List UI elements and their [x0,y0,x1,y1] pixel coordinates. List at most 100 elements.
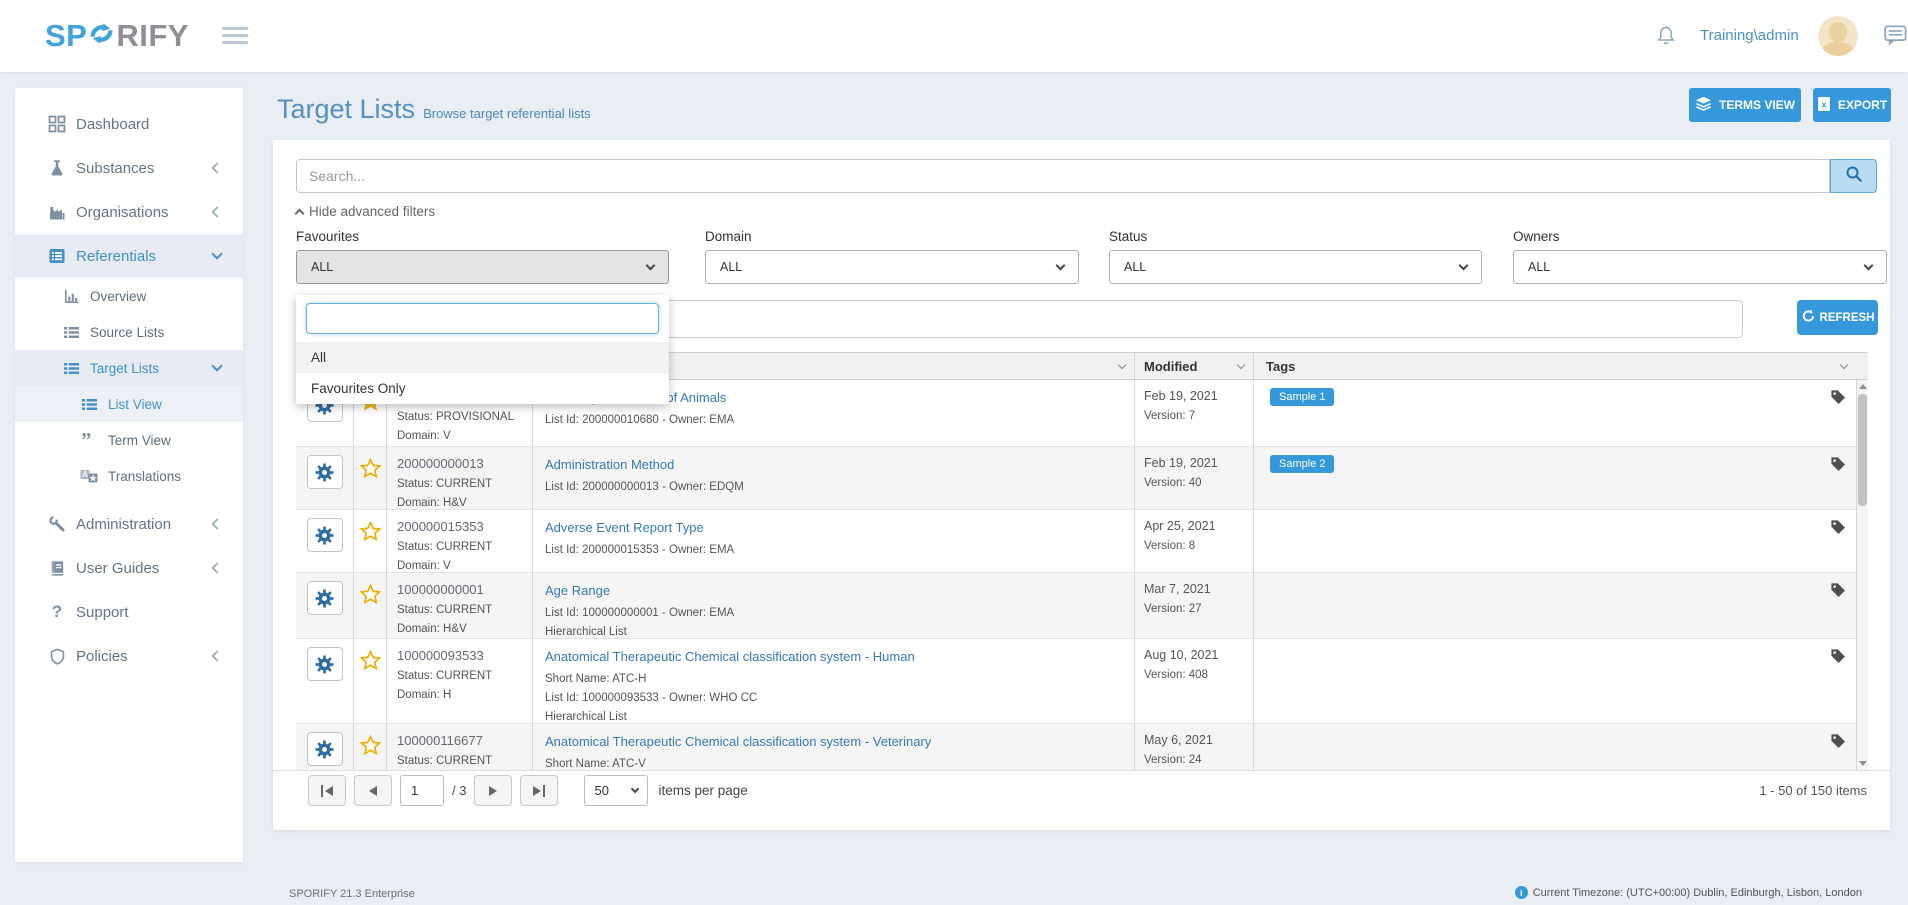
row-settings-button[interactable] [307,455,343,489]
favourite-star-outline[interactable] [354,639,386,671]
tag-badge[interactable]: Sample 1 [1270,388,1334,406]
chevron-down-icon [646,261,656,271]
list-icon [61,324,81,341]
sidebar-item-list-view[interactable]: List View [15,386,243,422]
sidebar-item-overview[interactable]: Overview [15,278,243,314]
sort-chevron-icon[interactable] [1237,361,1245,369]
terms-view-button[interactable]: TERMS VIEW [1689,88,1801,122]
modified-column-header[interactable]: Modified [1134,353,1253,379]
tag-icon[interactable] [1830,582,1846,603]
favourites-dropdown-filter-input[interactable] [306,303,659,334]
sidebar-item-source-lists[interactable]: Source Lists [15,314,243,350]
table-scrollbar[interactable] [1856,380,1868,770]
sort-chevron-icon[interactable] [1118,361,1126,369]
version: Version: 40 [1144,477,1253,489]
sidebar-item-label: Target Lists [90,361,159,376]
last-page-button[interactable] [520,775,558,806]
search-button[interactable] [1830,159,1877,193]
sidebar-item-substances[interactable]: Substances [15,146,243,190]
sidebar-item-term-view[interactable]: ” Term View [15,422,243,458]
list-name-link[interactable]: Anatomical Therapeutic Chemical classifi… [545,649,915,664]
short-name: Short Name: ATC-V [545,758,1134,770]
sidebar-toggle-button[interactable] [222,27,248,48]
favourites-option-all[interactable]: All [296,342,669,373]
logo-text-left: SP [45,18,87,54]
scroll-up-arrow[interactable] [1859,384,1867,389]
page-number-input[interactable] [400,775,444,806]
row-settings-button[interactable] [307,647,343,681]
list-name-link[interactable]: Age Range [545,583,610,598]
user-menu[interactable]: Training\admin [1700,27,1799,44]
favourite-star-outline[interactable] [354,447,386,479]
search-input[interactable] [296,159,1830,193]
tag-icon[interactable] [1830,733,1846,754]
list-name-link[interactable]: Adverse Event Report Type [545,520,704,535]
row-name-cell: Administration Method List Id: 200000000… [532,447,1134,509]
tag-badge[interactable]: Sample 2 [1270,455,1334,473]
info-icon: i [1515,886,1528,899]
sidebar-item-administration[interactable]: Administration [15,502,243,546]
list-status: Status: CURRENT [397,478,532,490]
owners-select[interactable]: ALL [1513,250,1887,284]
row-settings-button[interactable] [307,581,343,615]
chat-icon[interactable] [1884,25,1908,52]
sidebar: Dashboard Substances Organisations [15,88,243,862]
next-page-button[interactable] [474,775,512,806]
export-button[interactable]: x EXPORT [1813,88,1891,122]
sidebar-item-policies[interactable]: Policies [15,634,243,678]
domain-select[interactable]: ALL [705,250,1079,284]
favourites-select[interactable]: ALL [296,250,669,284]
chevron-left-icon [211,162,222,173]
row-settings-button[interactable] [307,732,343,766]
favourite-star-outline[interactable] [354,724,386,756]
scroll-down-arrow[interactable] [1859,761,1867,766]
sidebar-item-label: User Guides [76,560,159,577]
tags-column-header[interactable]: Tags [1253,353,1856,379]
scrollbar-thumb[interactable] [1858,394,1867,506]
sidebar-item-dashboard[interactable]: Dashboard [15,102,243,146]
status-select[interactable]: ALL [1109,250,1482,284]
refresh-button[interactable]: REFRESH [1797,300,1878,335]
table-row: 100000116677 Status: CURRENT Domain: V A… [296,724,1868,770]
tag-icon[interactable] [1830,456,1846,477]
sidebar-item-support[interactable]: ? Support [15,590,243,634]
row-settings-button[interactable] [307,518,343,552]
list-name-link[interactable]: Administration Method [545,457,674,472]
sidebar-item-label: Referentials [76,248,156,265]
version: Version: 27 [1144,603,1253,615]
favourite-star-outline[interactable] [354,510,386,542]
tag-icon[interactable] [1830,519,1846,540]
list-info: List Id: 100000093533 - Owner: WHO CC [545,692,1134,704]
sidebar-item-target-lists[interactable]: Target Lists [15,350,243,386]
favourites-dropdown-panel: All Favourites Only [296,295,669,404]
chevron-down-icon [1864,261,1874,271]
tag-icon[interactable] [1830,648,1846,669]
notifications-bell-icon[interactable] [1655,24,1677,53]
domain-filter-label: Domain [705,229,752,244]
sidebar-item-user-guides[interactable]: User Guides [15,546,243,590]
sort-chevron-icon[interactable] [1840,361,1848,369]
sidebar-item-label: Source Lists [90,325,164,340]
sporify-logo[interactable]: SP RIFY [45,15,189,57]
favourites-filter-label: Favourites [296,229,359,244]
sidebar-item-translations[interactable]: A ★ Translations [15,458,243,494]
avatar[interactable] [1818,16,1858,56]
svg-text:”: ” [81,432,91,449]
sidebar-item-organisations[interactable]: Organisations [15,190,243,234]
list-info: List Id: 100000000001 - Owner: EMA [545,607,1134,619]
pagination-bar: / 3 50 items per page [273,770,1890,810]
previous-page-button[interactable] [354,775,392,806]
favourite-star-outline[interactable] [354,573,386,605]
version: Version: 8 [1144,540,1253,552]
favourites-option-favourites-only[interactable]: Favourites Only [296,373,669,404]
dashboard-icon [47,115,67,133]
items-per-page-select[interactable]: 50 [584,775,648,806]
row-modified-cell: Mar 7, 2021 Version: 27 [1134,573,1253,638]
row-name-cell: Age Range List Id: 100000000001 - Owner:… [532,573,1134,638]
sidebar-item-referentials[interactable]: Referentials [15,234,243,278]
list-name-link[interactable]: Anatomical Therapeutic Chemical classifi… [545,734,931,749]
hide-advanced-filters-toggle[interactable]: Hide advanced filters [296,204,435,219]
row-tags-cell: Sample 2 [1253,447,1856,509]
first-page-button[interactable] [308,775,346,806]
tag-icon[interactable] [1830,389,1846,410]
